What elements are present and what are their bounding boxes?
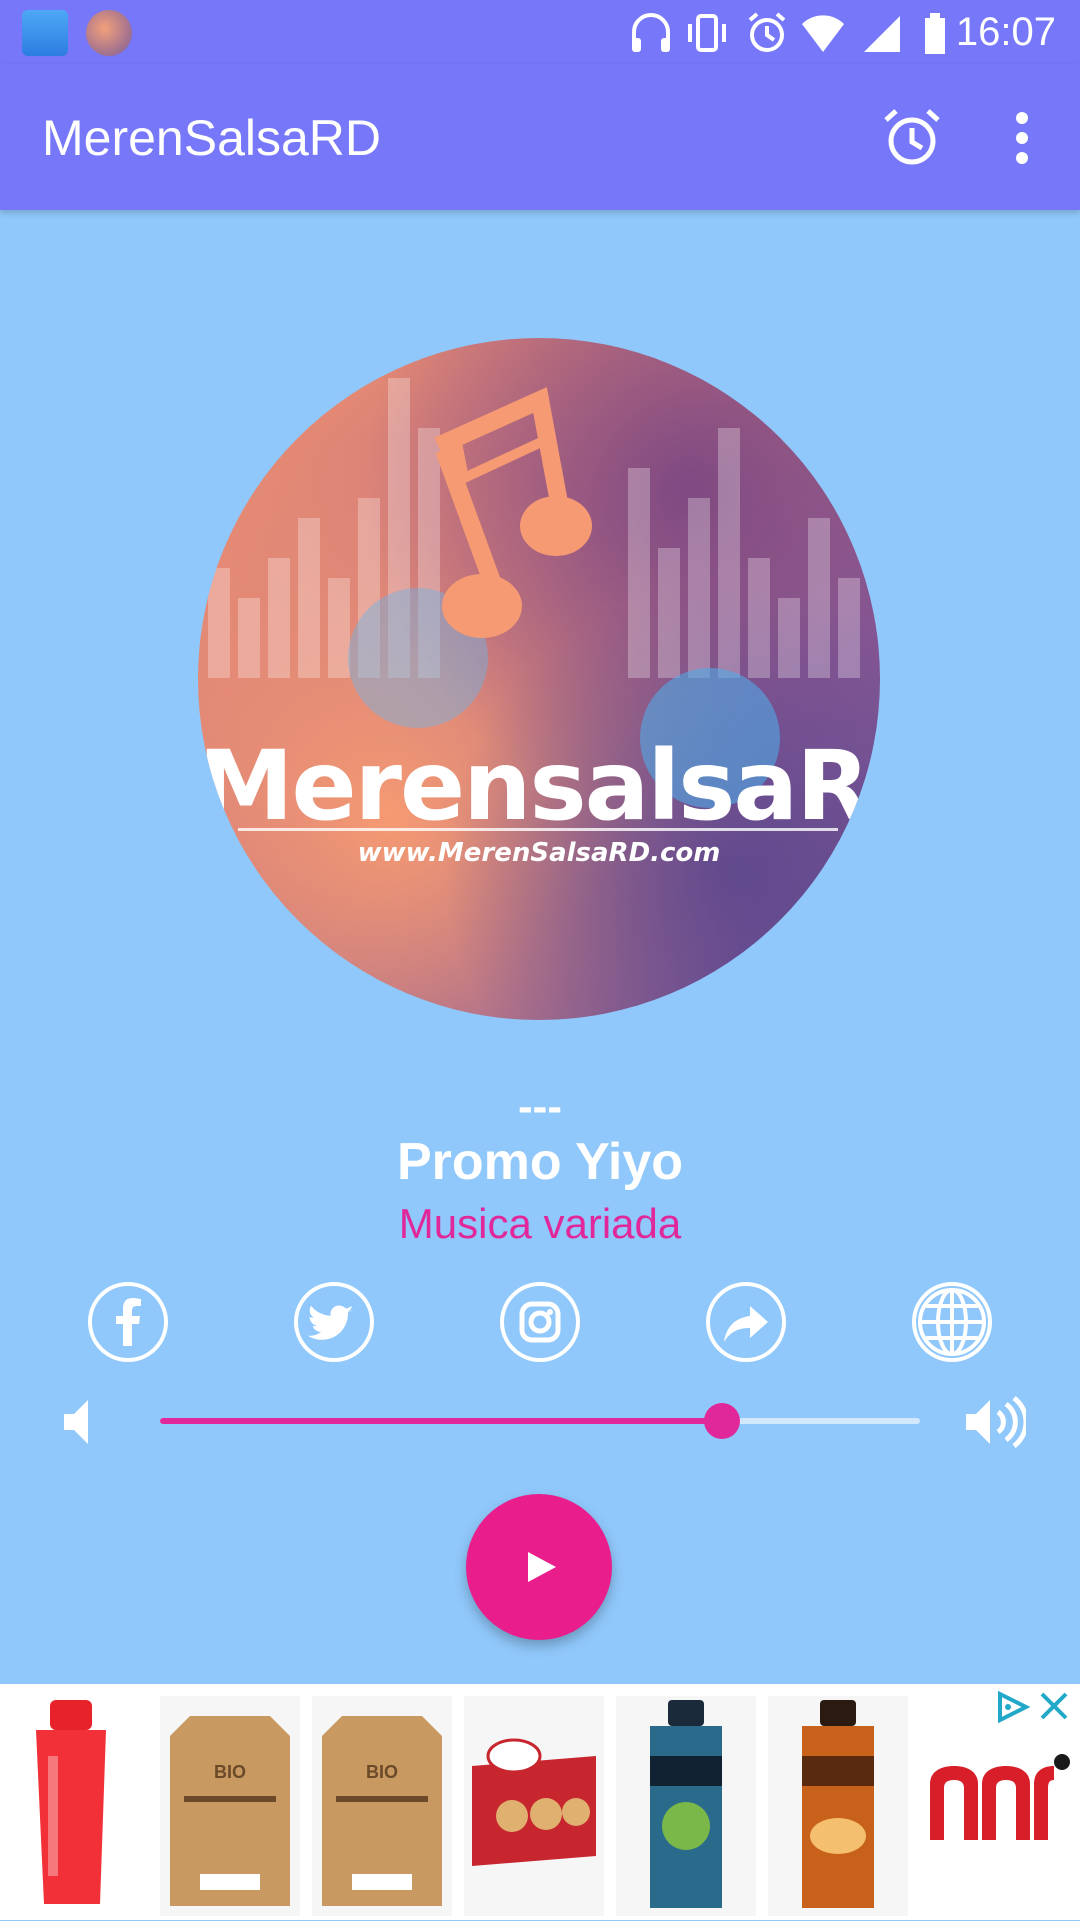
- music-note-graphic: [434, 387, 592, 638]
- instagram-icon[interactable]: [500, 1282, 580, 1362]
- facebook-icon[interactable]: [88, 1282, 168, 1362]
- globe-icon[interactable]: [912, 1282, 992, 1362]
- svg-text:BIO: BIO: [214, 1762, 246, 1782]
- track-separator: ---: [518, 1082, 562, 1131]
- twitter-icon[interactable]: [294, 1282, 374, 1362]
- equalizer-graphic: [208, 378, 860, 808]
- track-title: Promo Yiyo: [396, 1133, 684, 1191]
- volume-slider-thumb[interactable]: [704, 1403, 741, 1439]
- ad-banner[interactable]: BIO BIO: [0, 1684, 1080, 1920]
- weather-notification-icon: [22, 10, 68, 56]
- play-button[interactable]: [466, 1494, 612, 1640]
- app-title: MerenSalsaRD: [42, 110, 382, 166]
- svg-text:BIO: BIO: [366, 1762, 398, 1782]
- wifi-icon: [802, 15, 844, 52]
- volume-high-icon[interactable]: [962, 1394, 1026, 1450]
- ad-item-shaker[interactable]: [10, 1696, 150, 1916]
- battery-icon: [925, 13, 945, 54]
- logo-divider: [238, 828, 838, 831]
- volume-low-icon[interactable]: [56, 1394, 120, 1450]
- status-bar: 16:07: [0, 0, 1080, 64]
- vibrate-icon: [688, 14, 726, 52]
- alarm-status-icon: [748, 12, 786, 52]
- station-logo: MerensalsaRD www.MerenSalsaRD.com: [198, 338, 880, 1020]
- ad-item-pancake-syrup[interactable]: [768, 1696, 908, 1916]
- ad-close-icon[interactable]: [1036, 1688, 1072, 1724]
- ad-item-camu-camu[interactable]: BIO: [312, 1696, 452, 1916]
- share-icon[interactable]: [706, 1282, 786, 1362]
- logo-url: www.MerenSalsaRD.com: [357, 838, 721, 868]
- alarm-clock-icon[interactable]: [880, 106, 944, 170]
- logo-station-name: MerensalsaRD: [198, 730, 880, 842]
- ad-item-bagel[interactable]: [464, 1696, 604, 1916]
- signal-icon: [864, 16, 900, 52]
- ad-choices-icon[interactable]: [994, 1690, 1030, 1724]
- play-icon: [528, 1552, 556, 1582]
- app-notification-icon: [86, 10, 132, 56]
- more-vert-icon[interactable]: [1000, 106, 1044, 170]
- status-time: 16:07: [955, 10, 1056, 54]
- nutrimarket-logo[interactable]: [924, 1744, 1074, 1884]
- ad-item-wheatgrass[interactable]: BIO: [160, 1696, 300, 1916]
- track-subtitle: Musica variada: [398, 1200, 682, 1247]
- headphones-icon: [632, 13, 670, 52]
- ad-item-caesar[interactable]: [616, 1696, 756, 1916]
- volume-slider-fill: [160, 1418, 723, 1424]
- volume-slider[interactable]: [160, 1403, 920, 1439]
